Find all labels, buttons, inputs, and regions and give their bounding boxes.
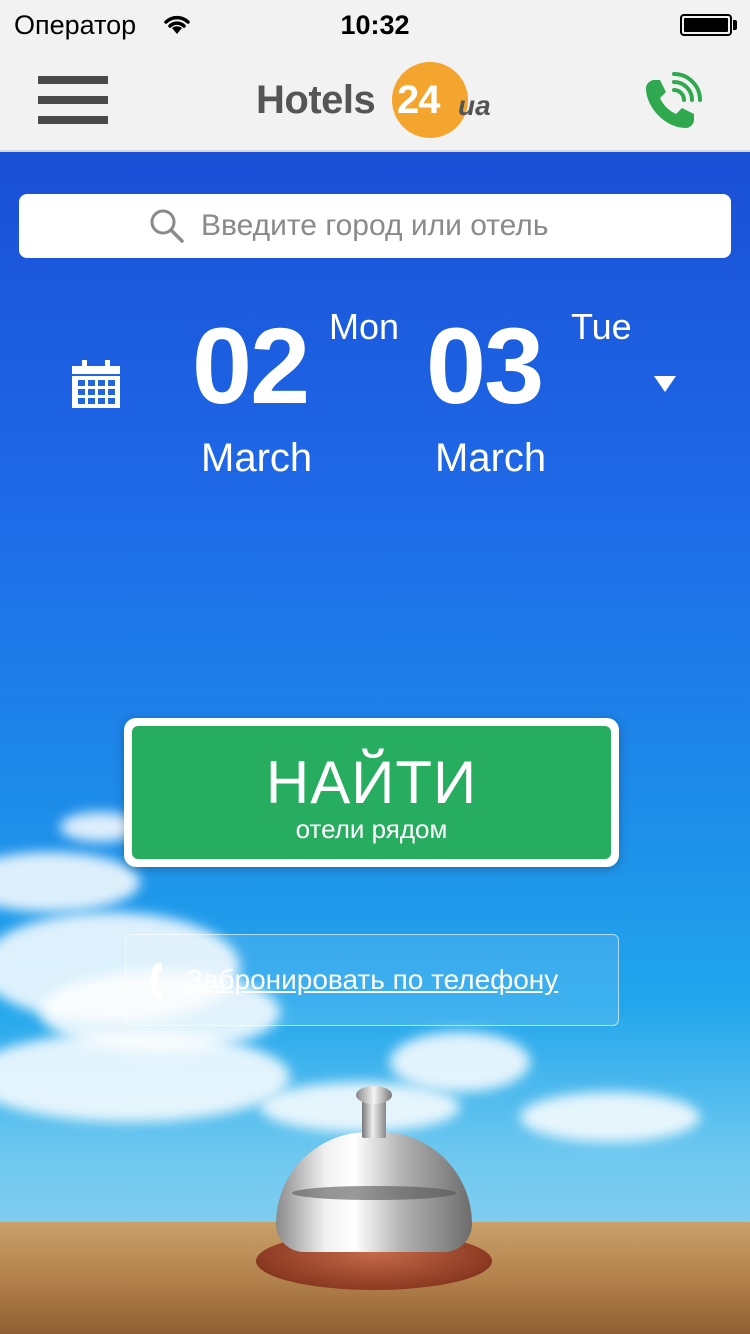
main-area: Введите город или отель 02 Mon March 03 … [0, 152, 750, 1334]
hotels24-logo: Hotels 24 ua [256, 62, 496, 138]
logo-text: Hotels [256, 78, 376, 122]
find-nearby-hotels-button[interactable]: НАЙТИ отели рядом [124, 718, 619, 867]
check-out-month: March [435, 436, 547, 480]
book-by-phone-link[interactable]: Забронировать по телефону [186, 964, 558, 996]
battery-tip [733, 20, 737, 30]
bell-knob [356, 1086, 392, 1104]
phone-icon [151, 963, 162, 999]
logo-number: 24 [397, 78, 440, 122]
nav-bar: Hotels 24 ua [0, 50, 750, 152]
find-button-face: НАЙТИ отели рядом [132, 726, 611, 859]
cloud [390, 1032, 530, 1092]
book-by-phone-button[interactable]: Забронировать по телефону [125, 934, 619, 1026]
check-out-weekday: Tue [571, 306, 632, 347]
phone-call-icon[interactable] [640, 72, 702, 134]
check-in-weekday: Mon [329, 306, 400, 347]
calendar-icon[interactable] [70, 358, 122, 410]
check-in-date[interactable]: 02 Mon March [192, 305, 412, 492]
hamburger-menu-icon[interactable] [38, 76, 108, 126]
check-out-date[interactable]: 03 Tue March [426, 305, 646, 492]
dropdown-arrow-icon[interactable] [654, 376, 676, 392]
clock: 10:32 [340, 10, 410, 40]
search-icon [150, 209, 184, 243]
battery-icon [680, 14, 732, 36]
find-button-subtitle: отели рядом [295, 814, 448, 844]
check-out-day: 03 [426, 305, 544, 426]
bell-ring [292, 1186, 456, 1200]
check-in-day: 02 [192, 305, 310, 426]
cloud [520, 1092, 700, 1142]
cloud [0, 852, 140, 912]
status-bar: Оператор 10:32 [0, 0, 750, 50]
logo-suffix: ua [458, 90, 491, 121]
cloud [0, 1032, 290, 1122]
check-in-month: March [201, 436, 313, 480]
search-placeholder: Введите город или отель [201, 209, 549, 242]
search-input[interactable]: Введите город или отель [19, 194, 731, 258]
find-button-title: НАЙТИ [265, 749, 478, 816]
